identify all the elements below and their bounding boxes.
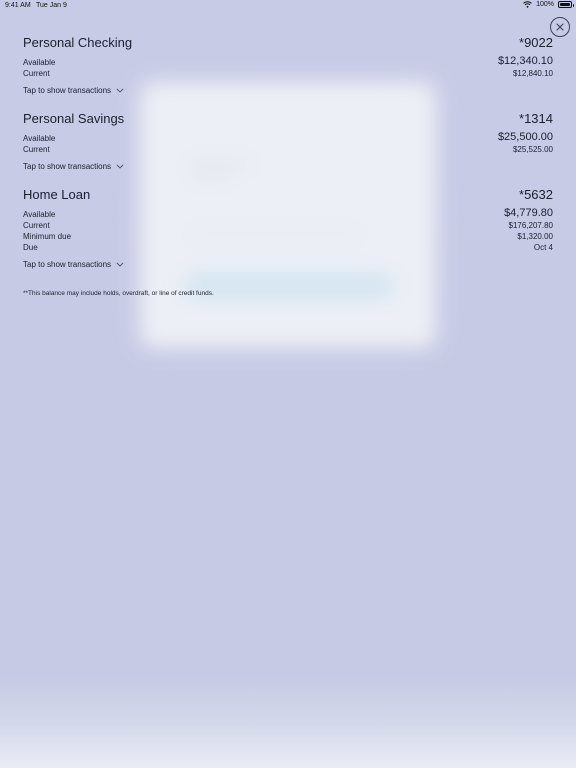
close-button[interactable] (550, 17, 570, 37)
wifi-icon (523, 1, 532, 8)
show-transactions-toggle[interactable]: Tap to show transactions (23, 162, 124, 171)
current-label: Current (23, 145, 50, 154)
current-value: $25,525.00 (512, 145, 553, 154)
minimum-due-value: $1,320.00 (517, 232, 553, 241)
status-bar: 9:41 AM Tue Jan 9 100% (0, 0, 576, 12)
account-number: *1314 (519, 111, 553, 126)
available-value: $4,779.80 (504, 207, 553, 219)
status-indicators: 100% (523, 1, 574, 8)
current-label: Current (23, 69, 50, 78)
due-date-label: Due (23, 243, 38, 252)
status-date: Tue Jan 9 (36, 2, 67, 9)
show-transactions-label: Tap to show transactions (23, 162, 112, 171)
account-name: Home Loan (23, 187, 91, 202)
available-value: $12,340.10 (497, 55, 553, 67)
chevron-down-icon (116, 262, 124, 267)
available-label: Available (23, 134, 56, 143)
chevron-down-icon (116, 164, 124, 169)
show-transactions-toggle[interactable]: Tap to show transactions (23, 260, 124, 269)
due-date-value: Oct 4 (533, 243, 553, 252)
show-transactions-toggle[interactable]: Tap to show transactions (23, 86, 124, 95)
account-name: Personal Checking (23, 35, 133, 50)
balance-footnote: **This balance may include holds, overdr… (23, 290, 214, 297)
account-number: *5632 (519, 187, 553, 202)
show-transactions-label: Tap to show transactions (23, 260, 112, 269)
account-number: *9022 (519, 35, 553, 50)
status-time: 9:41 AM (5, 2, 31, 9)
account-name: Personal Savings (23, 111, 125, 126)
available-label: Available (23, 58, 56, 67)
chevron-down-icon (116, 88, 124, 93)
battery-icon (558, 1, 574, 8)
current-label: Current (23, 221, 50, 230)
battery-percent: 100% (536, 1, 554, 8)
close-icon (556, 23, 564, 31)
available-value: $25,500.00 (497, 131, 553, 143)
blurred-background-card (140, 82, 436, 348)
show-transactions-label: Tap to show transactions (23, 86, 112, 95)
minimum-due-label: Minimum due (23, 232, 72, 241)
current-value: $12,840.10 (512, 69, 553, 78)
available-label: Available (23, 210, 56, 219)
current-value: $176,207.80 (508, 221, 554, 230)
